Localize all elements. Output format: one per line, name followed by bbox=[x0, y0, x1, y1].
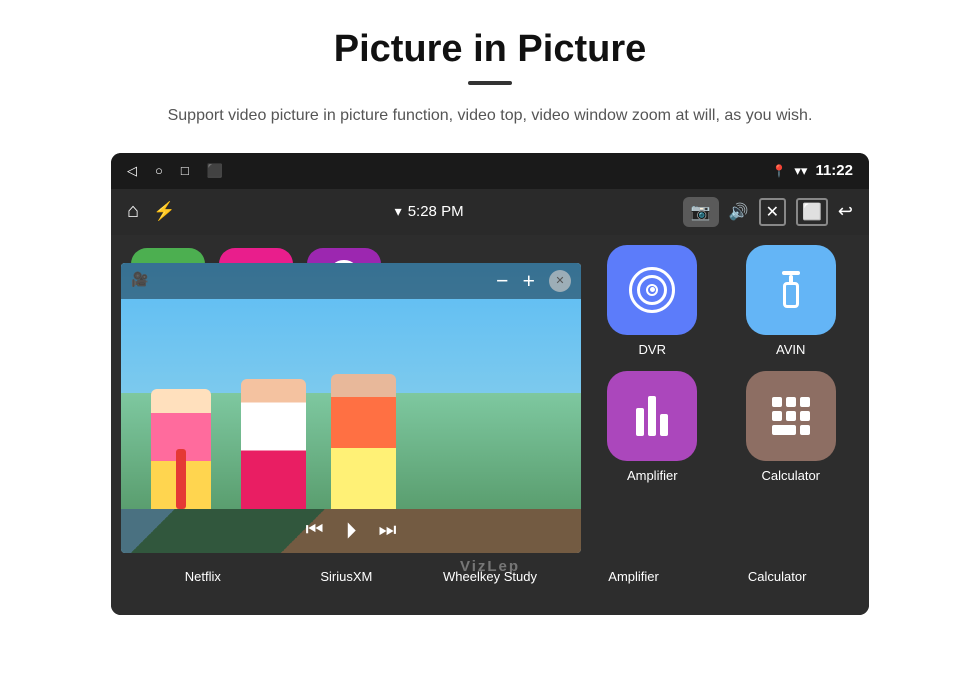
wifi-icon: ▾▾ bbox=[794, 163, 807, 179]
label-siriusxm: SiriusXM bbox=[320, 569, 372, 584]
app-cell-calculator[interactable]: Calculator bbox=[727, 371, 856, 483]
video-minimize-btn[interactable]: − bbox=[496, 270, 509, 292]
app-icon-avin[interactable] bbox=[746, 245, 836, 335]
video-pip-icon: 🎥 bbox=[131, 272, 148, 289]
home-icon[interactable]: ⌂ bbox=[127, 200, 139, 223]
app-bar-left: ⌂ ⚡ bbox=[127, 200, 176, 223]
page-title: Picture in Picture bbox=[334, 28, 647, 71]
app-icon-dvr[interactable] bbox=[607, 245, 697, 335]
main-content: 🎥 − + ✕ bbox=[111, 235, 869, 615]
app-cell-amplifier[interactable]: Amplifier bbox=[588, 371, 717, 483]
video-expand-btn[interactable]: + bbox=[522, 270, 535, 292]
title-divider bbox=[468, 81, 512, 85]
page-wrapper: Picture in Picture Support video picture… bbox=[0, 0, 980, 615]
app-bar-center: ▾ 5:28 PM bbox=[395, 203, 464, 220]
back-nav-icon[interactable]: ◁ bbox=[127, 163, 137, 179]
label-calculator: Calculator bbox=[748, 569, 807, 584]
app-icon-amplifier[interactable] bbox=[607, 371, 697, 461]
avin-icon bbox=[782, 271, 800, 308]
apps-grid-right: DVR AVIN bbox=[574, 235, 869, 493]
page-subtitle: Support video picture in picture functio… bbox=[168, 103, 813, 129]
app-label-amplifier: Amplifier bbox=[627, 468, 678, 483]
app-icon-calculator[interactable] bbox=[746, 371, 836, 461]
status-bar-left: ◁ ○ □ ⬛ bbox=[127, 163, 223, 179]
video-controls: ⏮ ⏵ ⏭ bbox=[121, 509, 581, 553]
app-label-avin: AVIN bbox=[776, 342, 805, 357]
status-bar: ◁ ○ □ ⬛ 📍 ▾▾ 11:22 bbox=[111, 153, 869, 189]
bottom-app-netflix: Netflix bbox=[143, 567, 263, 584]
recent-nav-icon[interactable]: □ bbox=[181, 163, 189, 178]
watermark: VizLep bbox=[460, 558, 520, 575]
close-icon[interactable]: ✕ bbox=[759, 198, 786, 226]
app-cell-dvr[interactable]: DVR bbox=[588, 245, 717, 357]
label-netflix: Netflix bbox=[185, 569, 221, 584]
back-icon[interactable]: ↩ bbox=[838, 201, 853, 222]
clock: 11:22 bbox=[815, 162, 853, 179]
volume-icon[interactable]: 🔊 bbox=[729, 202, 749, 222]
home-nav-icon[interactable]: ○ bbox=[155, 163, 163, 178]
video-close-icon: ✕ bbox=[555, 274, 564, 287]
prev-track-btn[interactable]: ⏮ bbox=[305, 519, 323, 542]
bottom-app-amplifier: Amplifier bbox=[574, 567, 694, 584]
app-bar-right: 📷 🔊 ✕ ⬜ ↩ bbox=[683, 197, 853, 227]
app-bar: ⌂ ⚡ ▾ 5:28 PM 📷 🔊 ✕ ⬜ ↩ bbox=[111, 189, 869, 235]
pip-window-icon[interactable]: ⬜ bbox=[796, 198, 828, 226]
person2 bbox=[241, 379, 306, 509]
camera-icon[interactable]: 📷 bbox=[683, 197, 719, 227]
wifi-status-icon: ▾ bbox=[395, 203, 402, 220]
app-label-calculator: Calculator bbox=[761, 468, 820, 483]
calc-icon bbox=[768, 393, 814, 439]
person3 bbox=[331, 374, 396, 509]
amp-icon bbox=[636, 396, 668, 436]
video-player[interactable]: 🎥 − + ✕ bbox=[121, 263, 581, 553]
location-icon: 📍 bbox=[771, 164, 786, 178]
bottom-app-siriusxm: SiriusXM bbox=[286, 567, 406, 584]
app-cell-avin[interactable]: AVIN bbox=[727, 245, 856, 357]
screenshot-icon[interactable]: ⬛ bbox=[207, 163, 223, 179]
time-display: 5:28 PM bbox=[408, 203, 464, 220]
video-close-btn[interactable]: ✕ bbox=[549, 270, 571, 292]
status-bar-right: 📍 ▾▾ 11:22 bbox=[771, 162, 853, 179]
red-flag bbox=[176, 449, 186, 509]
play-btn[interactable]: ⏵ bbox=[345, 518, 356, 544]
dvr-icon bbox=[629, 267, 675, 313]
usb-icon[interactable]: ⚡ bbox=[153, 201, 175, 222]
video-overlay-bar: 🎥 − + ✕ bbox=[121, 263, 581, 299]
next-track-btn[interactable]: ⏭ bbox=[379, 519, 397, 542]
app-label-dvr: DVR bbox=[639, 342, 666, 357]
device-frame: ◁ ○ □ ⬛ 📍 ▾▾ 11:22 ⌂ ⚡ ▾ 5:28 PM 📷 bbox=[111, 153, 869, 615]
label-amplifier: Amplifier bbox=[608, 569, 659, 584]
bottom-app-calculator: Calculator bbox=[717, 567, 837, 584]
